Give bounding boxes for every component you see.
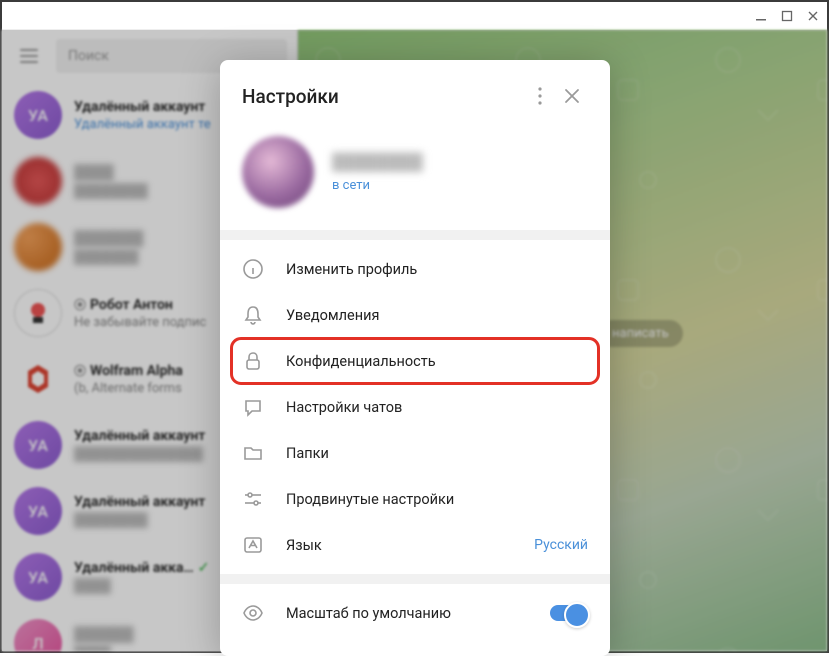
lock-icon xyxy=(242,350,264,372)
profile-status: в сети xyxy=(332,178,423,193)
section-divider xyxy=(220,230,610,240)
settings-item-language[interactable]: Язык Русский xyxy=(220,522,610,568)
settings-modal: Настройки ████████ в сети Изменить профи… xyxy=(220,60,610,656)
language-value: Русский xyxy=(534,537,588,553)
close-window-icon[interactable] xyxy=(807,10,819,22)
more-options-button[interactable] xyxy=(524,80,556,112)
settings-item-label: Изменить профиль xyxy=(286,261,588,278)
kebab-icon xyxy=(538,87,542,105)
folder-icon xyxy=(242,442,264,464)
settings-item-label: Язык xyxy=(286,537,512,554)
close-icon xyxy=(564,88,580,104)
language-icon xyxy=(242,534,264,556)
default-scale-toggle[interactable] xyxy=(550,605,588,621)
eye-icon xyxy=(242,602,264,624)
section-divider xyxy=(220,574,610,584)
settings-item-label: Конфиденциальность xyxy=(286,353,588,370)
settings-title: Настройки xyxy=(242,85,524,108)
settings-item-edit-profile[interactable]: Изменить профиль xyxy=(220,246,610,292)
maximize-icon[interactable] xyxy=(781,10,793,22)
close-button[interactable] xyxy=(556,80,588,112)
chat-icon xyxy=(242,396,264,418)
profile-name: ████████ xyxy=(332,152,423,172)
profile-avatar xyxy=(242,136,314,208)
settings-item-default-scale[interactable]: Масштаб по умолчанию xyxy=(220,590,610,636)
settings-item-label: Уведомления xyxy=(286,307,588,324)
settings-item-label: Продвинутые настройки xyxy=(286,491,588,508)
profile-section[interactable]: ████████ в сети xyxy=(220,130,610,230)
window-titlebar xyxy=(2,2,827,30)
settings-item-label: Папки xyxy=(286,445,588,462)
bell-icon xyxy=(242,304,264,326)
info-icon xyxy=(242,258,264,280)
settings-item-label: Масштаб по умолчанию xyxy=(286,605,528,622)
settings-item-chat-settings[interactable]: Настройки чатов xyxy=(220,384,610,430)
settings-item-folders[interactable]: Папки xyxy=(220,430,610,476)
settings-item-label: Настройки чатов xyxy=(286,399,588,416)
settings-item-advanced[interactable]: Продвинутые настройки xyxy=(220,476,610,522)
settings-item-notifications[interactable]: Уведомления xyxy=(220,292,610,338)
settings-item-privacy[interactable]: Конфиденциальность xyxy=(220,338,610,384)
sliders-icon xyxy=(242,488,264,510)
minimize-icon[interactable] xyxy=(755,10,767,22)
